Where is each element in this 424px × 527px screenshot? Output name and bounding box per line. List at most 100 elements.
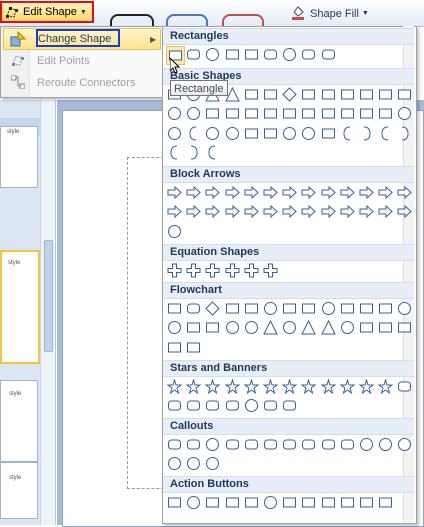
snip-same-side-icon[interactable] [224,46,241,63]
left-right-arrow-icon[interactable] [243,184,260,201]
heart-icon[interactable] [243,125,260,142]
down-arrow-icon[interactable] [224,184,241,201]
line-callout-3-no-border-icon[interactable] [396,436,413,453]
line-callout-2-icon[interactable] [262,436,279,453]
end-icon[interactable] [224,494,241,511]
snip-single-corner-icon[interactable] [204,46,221,63]
document-icon[interactable] [320,494,337,511]
curved-down-arrow-icon[interactable] [204,203,221,220]
line-callout-2-no-border-icon[interactable] [377,436,394,453]
menu-item-change-shape[interactable]: Change Shape ▶ [3,28,161,50]
32-point-star-icon[interactable] [377,378,394,395]
line-callout-3-icon[interactable] [281,436,298,453]
snip-diagonal-icon[interactable] [243,46,260,63]
pie-icon[interactable] [166,105,183,122]
merge-icon[interactable] [320,319,337,336]
pentagon-icon[interactable] [300,86,317,103]
no-symbol-icon[interactable] [166,125,183,142]
cloud-callout-icon[interactable] [224,436,241,453]
folded-corner-icon[interactable] [204,125,221,142]
parallelogram-icon[interactable] [243,86,260,103]
lightning-bolt-icon[interactable] [262,125,279,142]
circular-arrow-icon[interactable] [166,223,183,240]
or-icon[interactable] [243,319,260,336]
8-point-star-icon[interactable] [281,378,298,395]
internal-storage-icon[interactable] [262,300,279,317]
up-arrow-callout-icon[interactable] [358,203,375,220]
terminator-icon[interactable] [320,300,337,317]
sort-icon[interactable] [281,319,298,336]
movie-icon[interactable] [300,494,317,511]
curved-left-arrow-icon[interactable] [166,203,183,220]
6-point-star-icon[interactable] [243,378,260,395]
pentagon-arrow-icon[interactable] [262,203,279,220]
dodecagon-icon[interactable] [396,86,413,103]
left-bracket-icon[interactable] [396,125,413,142]
menu-item-reroute-connectors[interactable]: Reroute Connectors [3,73,159,93]
chevron-arrow-icon[interactable] [281,203,298,220]
stored-data-icon[interactable] [339,319,356,336]
decagon-icon[interactable] [377,86,394,103]
striped-right-arrow-icon[interactable] [224,203,241,220]
half-frame-icon[interactable] [243,105,260,122]
rounded-rectangular-callout-icon[interactable] [185,436,202,453]
process-icon[interactable] [166,300,183,317]
predefined-process-icon[interactable] [243,300,260,317]
bent-arrow-icon[interactable] [320,184,337,201]
up-ribbon-icon[interactable] [396,378,413,395]
16-point-star-icon[interactable] [339,378,356,395]
collate-icon[interactable] [262,319,279,336]
sequential-access-icon[interactable] [377,319,394,336]
left-brace-icon[interactable] [185,144,202,161]
manual-operation-icon[interactable] [377,300,394,317]
double-bracket-icon[interactable] [358,125,375,142]
can-icon[interactable] [339,105,356,122]
plus-icon[interactable] [166,262,183,279]
frame-icon[interactable] [224,105,241,122]
line-callout-3-accent-icon[interactable] [339,436,356,453]
line-callout-3-border-accent-icon[interactable] [204,455,221,472]
back-previous-icon[interactable] [166,494,183,511]
left-up-arrow-icon[interactable] [358,184,375,201]
bevel-icon[interactable] [377,105,394,122]
extract-icon[interactable] [300,319,317,336]
manual-input-icon[interactable] [358,300,375,317]
information-icon[interactable] [262,494,279,511]
vertical-scroll-icon[interactable] [224,397,241,414]
moon-icon[interactable] [300,125,317,142]
menu-item-edit-points[interactable]: Edit Points [3,51,159,71]
punched-tape-icon[interactable] [204,319,221,336]
4-point-star-icon[interactable] [204,378,221,395]
notched-right-arrow-icon[interactable] [243,203,260,220]
division-icon[interactable] [224,262,241,279]
explosion-1-icon[interactable] [166,378,183,395]
12-point-star-icon[interactable] [320,378,337,395]
edit-shape-button[interactable]: Edit Shape ▼ [0,1,94,23]
delay-icon[interactable] [358,319,375,336]
smiley-face-icon[interactable] [224,125,241,142]
line-callout-1-accent-icon[interactable] [300,436,317,453]
alternate-process-icon[interactable] [185,300,202,317]
round-same-side-icon[interactable] [300,46,317,63]
connector-icon[interactable] [396,300,413,317]
l-shape-icon[interactable] [262,105,279,122]
snip-round-single-icon[interactable] [262,46,279,63]
beginning-icon[interactable] [204,494,221,511]
up-down-arrow-icon[interactable] [262,184,279,201]
document-icon[interactable] [281,300,298,317]
cloud-icon[interactable] [320,125,337,142]
slide-thumbnail[interactable]: style [0,380,38,462]
quad-arrow-icon[interactable] [281,184,298,201]
multiply-icon[interactable] [204,262,221,279]
10-point-star-icon[interactable] [300,378,317,395]
left-right-arrow-callout-icon[interactable] [377,203,394,220]
left-right-up-arrow-icon[interactable] [300,184,317,201]
multidocument-icon[interactable] [300,300,317,317]
bent-up-arrow-icon[interactable] [377,184,394,201]
not-equal-icon[interactable] [262,262,279,279]
block-arc-icon[interactable] [185,125,202,142]
right-arrow-callout-icon[interactable] [300,203,317,220]
home-icon[interactable] [243,494,260,511]
double-wave-icon[interactable] [281,397,298,414]
horizontal-scroll-icon[interactable] [243,397,260,414]
